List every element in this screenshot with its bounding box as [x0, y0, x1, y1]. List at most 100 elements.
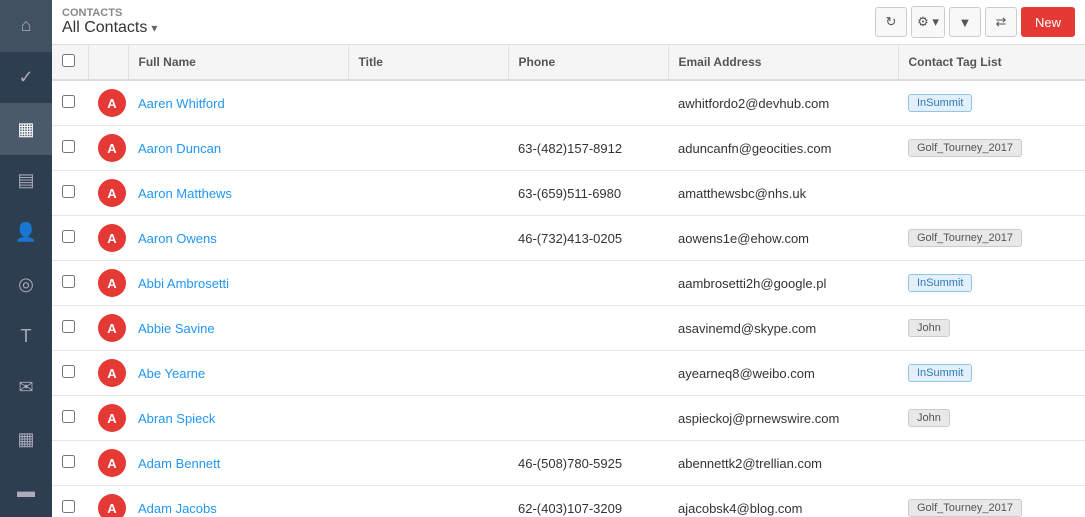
contact-name[interactable]: Aaron Duncan [138, 141, 221, 156]
check-icon: ✓ [18, 67, 33, 88]
row-checkbox[interactable] [62, 455, 75, 468]
avatar: A [98, 224, 126, 252]
contact-tag-cell: John [898, 306, 1085, 351]
contact-tag-cell [898, 171, 1085, 216]
contact-name[interactable]: Abbi Ambrosetti [138, 276, 229, 291]
contact-tag-cell: InSummit [898, 80, 1085, 126]
grid-icon: ▦ [17, 119, 34, 140]
avatar: A [98, 179, 126, 207]
row-checkbox[interactable] [62, 410, 75, 423]
tag-badge: Golf_Tourney_2017 [908, 139, 1022, 157]
row-checkbox[interactable] [62, 140, 75, 153]
contact-email: awhitfordo2@devhub.com [668, 80, 898, 126]
contact-phone [508, 80, 668, 126]
row-checkbox[interactable] [62, 365, 75, 378]
contact-title [348, 441, 508, 486]
select-all-checkbox[interactable] [62, 54, 75, 67]
contact-name[interactable]: Aaron Owens [138, 231, 217, 246]
table-header-row: Full Name Title Phone Email Address Cont… [52, 45, 1085, 80]
sidebar-item-home[interactable]: ⌂ [0, 0, 52, 52]
row-checkbox[interactable] [62, 275, 75, 288]
sidebar: ⌂ ✓ ▦ ▤ 👤 ◎ T ✉ ▦ ▬ [0, 0, 52, 517]
row-checkbox[interactable] [62, 230, 75, 243]
contact-phone: 63-(659)511-6980 [508, 171, 668, 216]
sidebar-item-calendar[interactable]: ▦ [0, 414, 52, 466]
breadcrumb: CONTACTS [62, 7, 157, 19]
text-icon: T [21, 326, 32, 347]
col-header-fullname: Full Name [128, 45, 348, 80]
contacts-table: Full Name Title Phone Email Address Cont… [52, 45, 1085, 517]
main-content: CONTACTS All Contacts ▾ ↻ ⚙ ▾ ▼ ⇄ New [52, 0, 1085, 517]
contact-email: ayearneq8@weibo.com [668, 351, 898, 396]
contact-phone [508, 306, 668, 351]
topbar-left: CONTACTS All Contacts ▾ [62, 7, 157, 37]
contact-email: aowens1e@ehow.com [668, 216, 898, 261]
contact-title [348, 126, 508, 171]
contact-email: ajacobsk4@blog.com [668, 486, 898, 517]
contact-phone [508, 351, 668, 396]
contact-title [348, 261, 508, 306]
contact-name[interactable]: Adam Bennett [138, 456, 220, 471]
contact-title [348, 216, 508, 261]
contact-tag-cell: Golf_Tourney_2017 [898, 486, 1085, 517]
row-checkbox[interactable] [62, 185, 75, 198]
new-button[interactable]: New [1021, 7, 1075, 37]
sidebar-item-text[interactable]: T [0, 310, 52, 362]
avatar: A [98, 449, 126, 477]
contact-name[interactable]: Adam Jacobs [138, 501, 217, 516]
row-checkbox[interactable] [62, 95, 75, 108]
mail-icon: ✉ [18, 377, 33, 398]
contact-email: aambrosetti2h@google.pl [668, 261, 898, 306]
contact-tag-cell: InSummit [898, 351, 1085, 396]
sidebar-item-companies[interactable]: ▤ [0, 155, 52, 207]
contact-title [348, 306, 508, 351]
col-header-avatar [88, 45, 128, 80]
contacts-table-container: Full Name Title Phone Email Address Cont… [52, 45, 1085, 517]
contact-title [348, 486, 508, 517]
contact-title [348, 351, 508, 396]
sidebar-item-goals[interactable]: ◎ [0, 259, 52, 311]
contact-email: aspieckoj@prnewswire.com [668, 396, 898, 441]
columns-button[interactable]: ⇄ [985, 7, 1017, 37]
sidebar-item-contacts[interactable]: ▦ [0, 103, 52, 155]
contacts-dropdown-label: All Contacts [62, 19, 147, 37]
contact-name[interactable]: Abbie Savine [138, 321, 215, 336]
sidebar-item-reports[interactable]: ▬ [0, 465, 52, 517]
contact-phone: 46-(732)413-0205 [508, 216, 668, 261]
table-row: AAbe Yearneayearneq8@weibo.comInSummit [52, 351, 1085, 396]
contact-email: aduncanfn@geocities.com [668, 126, 898, 171]
sidebar-item-tasks[interactable]: ✓ [0, 52, 52, 104]
sidebar-item-people[interactable]: 👤 [0, 207, 52, 259]
tag-badge: InSummit [908, 94, 972, 112]
refresh-button[interactable]: ↻ [875, 7, 907, 37]
contact-name[interactable]: Aaron Matthews [138, 186, 232, 201]
contact-tag-cell: Golf_Tourney_2017 [898, 126, 1085, 171]
contact-tag-cell: Golf_Tourney_2017 [898, 216, 1085, 261]
tag-badge: InSummit [908, 364, 972, 382]
contact-email: amatthewsbc@nhs.uk [668, 171, 898, 216]
row-checkbox[interactable] [62, 500, 75, 513]
people-icon: 👤 [15, 222, 37, 243]
home-icon: ⌂ [21, 15, 32, 36]
contact-name[interactable]: Abe Yearne [138, 366, 205, 381]
table-row: AAbran Spieckaspieckoj@prnewswire.comJoh… [52, 396, 1085, 441]
topbar-actions: ↻ ⚙ ▾ ▼ ⇄ New [875, 6, 1075, 38]
col-header-tag: Contact Tag List [898, 45, 1085, 80]
filter-button[interactable]: ▼ [949, 7, 981, 37]
table-row: AAdam Jacobs62-(403)107-3209ajacobsk4@bl… [52, 486, 1085, 517]
tag-badge: Golf_Tourney_2017 [908, 229, 1022, 247]
contact-phone: 62-(403)107-3209 [508, 486, 668, 517]
contact-email: abennettk2@trellian.com [668, 441, 898, 486]
contact-name[interactable]: Aaren Whitford [138, 96, 225, 111]
table-row: A Aaron Owens 46-(732)413-0205aowens1e@eho… [52, 216, 1085, 261]
settings-button[interactable]: ⚙ ▾ [912, 7, 944, 37]
col-header-phone: Phone [508, 45, 668, 80]
row-checkbox[interactable] [62, 320, 75, 333]
contacts-dropdown[interactable]: All Contacts ▾ [62, 19, 157, 37]
avatar: A [98, 89, 126, 117]
contact-phone: 46-(508)780-5925 [508, 441, 668, 486]
tag-badge: John [908, 409, 950, 427]
contact-tag-cell: John [898, 396, 1085, 441]
sidebar-item-mail[interactable]: ✉ [0, 362, 52, 414]
contact-name[interactable]: Abran Spieck [138, 411, 215, 426]
